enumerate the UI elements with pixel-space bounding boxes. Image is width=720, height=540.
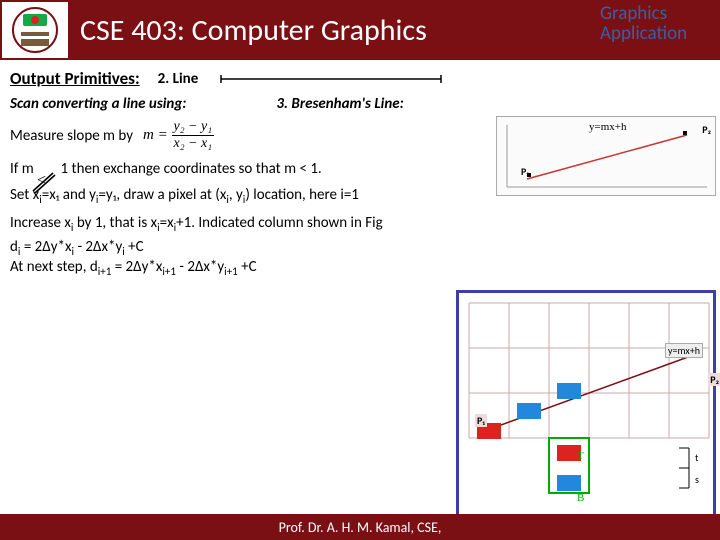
footer: Prof. Dr. A. H. M. Kamal, CSE, bbox=[0, 514, 720, 540]
label-ymxh: y=mx+h bbox=[589, 121, 626, 133]
label-T: T bbox=[577, 450, 584, 462]
top-right-tag: Graphics Application bbox=[600, 4, 720, 44]
footer-text: Prof. Dr. A. H. M. Kamal, CSE, bbox=[279, 519, 442, 536]
figure-bresenham-grid: t s y=mx+h P₁ P₂ T B bbox=[456, 290, 716, 525]
text-measure-slope: Measure slope m by bbox=[10, 127, 133, 145]
text-scan-converting: Scan converting a line using: bbox=[10, 95, 186, 113]
label-p1: P₁ bbox=[521, 165, 529, 178]
label-p2-fig2: P₂ bbox=[708, 373, 720, 386]
label-t: t bbox=[695, 451, 699, 464]
figure-line-diagram: y=mx+h P₁ P₂ bbox=[496, 116, 716, 196]
text-bresenham: 3. Bresenham's Line: bbox=[276, 95, 403, 113]
top-tag-line2: Application bbox=[600, 22, 687, 45]
label-ymxb-fig2: y=mx+h bbox=[665, 343, 703, 358]
label-p2: P₂ bbox=[702, 123, 711, 136]
heading-output-primitives: Output Primitives: bbox=[10, 68, 140, 89]
text-increase-xi: Increase xi by 1, that is xi=xi+1. Indic… bbox=[10, 214, 710, 234]
label-s: s bbox=[695, 473, 699, 486]
bresenham-grid-icon: t s bbox=[459, 293, 719, 528]
slope-formula: m = y₂ − y₁ x₂ − x₁ bbox=[143, 119, 214, 152]
institution-logo-icon bbox=[11, 6, 59, 54]
text-di: di = 2Δy*xi - 2Δx*yi +C At next step, di… bbox=[10, 238, 710, 278]
heading-line: 2. Line bbox=[158, 70, 199, 88]
label-B: B bbox=[577, 492, 584, 504]
page-title: CSE 403: Computer Graphics bbox=[70, 12, 427, 49]
label-p1-fig2: P₁ bbox=[475, 414, 487, 427]
line-segment-icon bbox=[216, 73, 446, 85]
logo-box bbox=[0, 0, 70, 60]
